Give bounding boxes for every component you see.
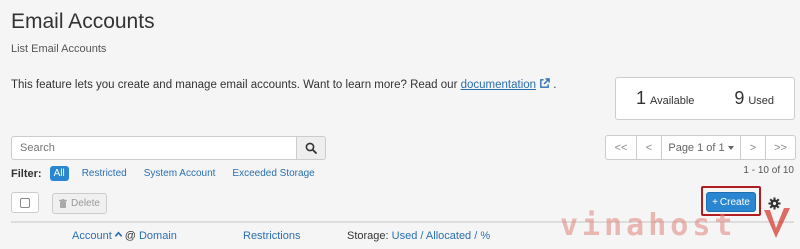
sort-account-link[interactable]: Account	[72, 230, 112, 242]
search-input[interactable]	[11, 136, 296, 160]
delete-button[interactable]: Delete	[52, 193, 107, 214]
filter-restricted[interactable]: Restricted	[82, 168, 127, 179]
plus-icon: +	[712, 196, 718, 208]
trash-icon	[59, 199, 68, 208]
sort-storage-used-link[interactable]: Used	[392, 230, 418, 242]
available-stat: 1 Available	[636, 88, 694, 109]
page-title: Email Accounts	[11, 10, 155, 33]
search-button[interactable]	[296, 136, 326, 160]
used-count: 9	[734, 88, 745, 108]
column-account-domain: Account @ Domain	[72, 230, 177, 242]
next-page-button[interactable]: >	[740, 135, 766, 160]
filter-system-account[interactable]: System Account	[144, 168, 216, 179]
intro-suffix: .	[550, 79, 557, 91]
search-bar	[11, 136, 326, 160]
watermark-logo-icon	[764, 208, 790, 238]
prev-page-button[interactable]: <	[636, 135, 662, 160]
filter-bar: Filter: All Restricted System Account Ex…	[11, 166, 332, 181]
available-label: Available	[649, 95, 695, 107]
page-subtitle: List Email Accounts	[11, 43, 107, 55]
external-link-icon[interactable]	[539, 78, 550, 89]
create-label: Create	[719, 196, 750, 208]
checkbox-box	[20, 197, 30, 208]
first-page-button[interactable]: <<	[605, 135, 637, 160]
available-count: 1	[635, 88, 646, 108]
chevron-down-icon	[727, 145, 734, 150]
sort-storage-percent-link[interactable]: %	[480, 230, 490, 242]
account-stats-panel: 1 Available 9 Used	[615, 77, 795, 120]
documentation-link[interactable]: documentation	[461, 79, 536, 91]
sort-ascending-icon[interactable]	[114, 230, 123, 239]
delete-label: Delete	[71, 198, 100, 209]
intro-description: This feature lets you create and manage …	[11, 79, 461, 91]
sort-storage-allocated-link[interactable]: Allocated	[426, 230, 471, 242]
results-range: 1 - 10 of 10	[743, 165, 794, 176]
filter-all[interactable]: All	[49, 166, 69, 181]
select-all-checkbox[interactable]	[11, 192, 39, 213]
filter-label: Filter:	[11, 167, 42, 180]
page-select[interactable]: Page 1 of 1	[661, 135, 741, 160]
table-header-divider	[11, 221, 794, 223]
create-button[interactable]: + Create	[706, 192, 756, 212]
at-sign: @	[124, 230, 136, 242]
intro-text: This feature lets you create and manage …	[11, 78, 556, 91]
used-label: Used	[748, 95, 775, 107]
sort-restrictions-link[interactable]: Restrictions	[243, 230, 300, 242]
last-page-button[interactable]: >>	[765, 135, 796, 160]
filter-exceeded-storage[interactable]: Exceeded Storage	[232, 168, 314, 179]
used-stat: 9 Used	[734, 88, 774, 109]
column-storage: Storage: Used / Allocated / %	[347, 230, 490, 242]
pagination: << < Page 1 of 1 > >>	[605, 135, 796, 160]
storage-sep-2: /	[474, 230, 478, 242]
storage-prefix: Storage:	[347, 230, 389, 242]
page-select-label: Page 1 of 1	[668, 141, 725, 154]
storage-sep-1: /	[420, 230, 424, 242]
sort-domain-link[interactable]: Domain	[139, 230, 177, 242]
search-icon	[305, 142, 317, 154]
